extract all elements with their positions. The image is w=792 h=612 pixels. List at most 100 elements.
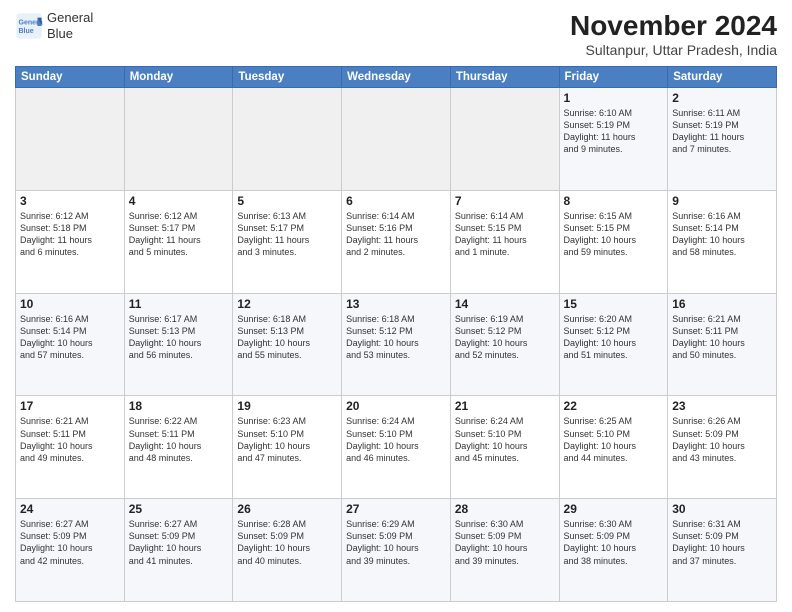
day-info: Sunrise: 6:12 AM Sunset: 5:18 PM Dayligh…	[20, 210, 120, 259]
general-blue-icon: General Blue	[15, 12, 43, 40]
day-number: 5	[237, 194, 337, 208]
day-number: 27	[346, 502, 446, 516]
day-cell: 30 Sunrise: 6:31 AM Sunset: 5:09 PM Dayli…	[668, 499, 777, 602]
day-cell: 13Sunrise: 6:18 AM Sunset: 5:12 PM Dayli…	[342, 293, 451, 396]
week-row-1: 1 Sunrise: 6:10 AM Sunset: 5:19 PM Daylig…	[16, 88, 777, 191]
day-number: 19	[237, 399, 337, 413]
day-cell: 20 Sunrise: 6:24 AM Sunset: 5:10 PM Dayli…	[342, 396, 451, 499]
day-cell: 28 Sunrise: 6:30 AM Sunset: 5:09 PM Dayli…	[450, 499, 559, 602]
day-cell: 15 Sunrise: 6:20 AM Sunset: 5:12 PM Dayli…	[559, 293, 668, 396]
day-cell: 24 Sunrise: 6:27 AM Sunset: 5:09 PM Dayli…	[16, 499, 125, 602]
logo: General Blue General Blue	[15, 10, 93, 41]
day-number: 10	[20, 297, 120, 311]
day-cell: 3Sunrise: 6:12 AM Sunset: 5:18 PM Daylig…	[16, 190, 125, 293]
weekday-header-friday: Friday	[559, 67, 668, 88]
day-cell: 25 Sunrise: 6:27 AM Sunset: 5:09 PM Dayli…	[124, 499, 233, 602]
logo-line1: General	[47, 10, 93, 26]
day-info: Sunrise: 6:19 AM Sunset: 5:12 PM Dayligh…	[455, 313, 555, 362]
calendar-body: 1 Sunrise: 6:10 AM Sunset: 5:19 PM Daylig…	[16, 88, 777, 602]
day-number: 9	[672, 194, 772, 208]
day-info: Sunrise: 6:24 AM Sunset: 5:10 PM Dayligh…	[455, 415, 555, 464]
day-info: Sunrise: 6:21 AM Sunset: 5:11 PM Dayligh…	[20, 415, 120, 464]
weekday-header-wednesday: Wednesday	[342, 67, 451, 88]
day-number: 24	[20, 502, 120, 516]
day-info: Sunrise: 6:14 AM Sunset: 5:16 PM Dayligh…	[346, 210, 446, 259]
week-row-2: 3Sunrise: 6:12 AM Sunset: 5:18 PM Daylig…	[16, 190, 777, 293]
weekday-header-monday: Monday	[124, 67, 233, 88]
day-cell	[16, 88, 125, 191]
day-number: 23	[672, 399, 772, 413]
day-cell	[342, 88, 451, 191]
day-info: Sunrise: 6:21 AM Sunset: 5:11 PM Dayligh…	[672, 313, 772, 362]
day-cell: 12Sunrise: 6:18 AM Sunset: 5:13 PM Dayli…	[233, 293, 342, 396]
day-number: 2	[672, 91, 772, 105]
day-info: Sunrise: 6:12 AM Sunset: 5:17 PM Dayligh…	[129, 210, 229, 259]
weekday-row: SundayMondayTuesdayWednesdayThursdayFrid…	[16, 67, 777, 88]
day-cell: 1 Sunrise: 6:10 AM Sunset: 5:19 PM Daylig…	[559, 88, 668, 191]
day-number: 29	[564, 502, 664, 516]
day-info: Sunrise: 6:13 AM Sunset: 5:17 PM Dayligh…	[237, 210, 337, 259]
day-cell: 21 Sunrise: 6:24 AM Sunset: 5:10 PM Dayli…	[450, 396, 559, 499]
calendar-table: SundayMondayTuesdayWednesdayThursdayFrid…	[15, 66, 777, 602]
month-title: November 2024	[570, 10, 777, 42]
day-cell: 26Sunrise: 6:28 AM Sunset: 5:09 PM Dayli…	[233, 499, 342, 602]
day-cell: 16Sunrise: 6:21 AM Sunset: 5:11 PM Dayli…	[668, 293, 777, 396]
day-cell: 10Sunrise: 6:16 AM Sunset: 5:14 PM Dayli…	[16, 293, 125, 396]
day-info: Sunrise: 6:24 AM Sunset: 5:10 PM Dayligh…	[346, 415, 446, 464]
weekday-header-tuesday: Tuesday	[233, 67, 342, 88]
day-number: 26	[237, 502, 337, 516]
day-cell	[124, 88, 233, 191]
day-info: Sunrise: 6:30 AM Sunset: 5:09 PM Dayligh…	[455, 518, 555, 567]
day-info: Sunrise: 6:29 AM Sunset: 5:09 PM Dayligh…	[346, 518, 446, 567]
day-number: 15	[564, 297, 664, 311]
day-info: Sunrise: 6:27 AM Sunset: 5:09 PM Dayligh…	[129, 518, 229, 567]
day-number: 18	[129, 399, 229, 413]
day-number: 28	[455, 502, 555, 516]
week-row-4: 17Sunrise: 6:21 AM Sunset: 5:11 PM Dayli…	[16, 396, 777, 499]
day-cell: 14Sunrise: 6:19 AM Sunset: 5:12 PM Dayli…	[450, 293, 559, 396]
svg-text:Blue: Blue	[19, 28, 34, 35]
day-number: 30	[672, 502, 772, 516]
day-cell: 18 Sunrise: 6:22 AM Sunset: 5:11 PM Dayli…	[124, 396, 233, 499]
day-number: 22	[564, 399, 664, 413]
day-info: Sunrise: 6:22 AM Sunset: 5:11 PM Dayligh…	[129, 415, 229, 464]
day-cell	[233, 88, 342, 191]
logo-text: General Blue	[47, 10, 93, 41]
day-cell	[450, 88, 559, 191]
day-cell: 27 Sunrise: 6:29 AM Sunset: 5:09 PM Dayli…	[342, 499, 451, 602]
day-number: 21	[455, 399, 555, 413]
day-cell: 2 Sunrise: 6:11 AM Sunset: 5:19 PM Daylig…	[668, 88, 777, 191]
day-number: 13	[346, 297, 446, 311]
week-row-5: 24 Sunrise: 6:27 AM Sunset: 5:09 PM Dayli…	[16, 499, 777, 602]
day-cell: 11Sunrise: 6:17 AM Sunset: 5:13 PM Dayli…	[124, 293, 233, 396]
day-cell: 4 Sunrise: 6:12 AM Sunset: 5:17 PM Daylig…	[124, 190, 233, 293]
day-info: Sunrise: 6:25 AM Sunset: 5:10 PM Dayligh…	[564, 415, 664, 464]
day-cell: 19 Sunrise: 6:23 AM Sunset: 5:10 PM Dayli…	[233, 396, 342, 499]
day-info: Sunrise: 6:31 AM Sunset: 5:09 PM Dayligh…	[672, 518, 772, 567]
day-number: 4	[129, 194, 229, 208]
logo-line2: Blue	[47, 26, 93, 42]
day-number: 12	[237, 297, 337, 311]
day-cell: 23Sunrise: 6:26 AM Sunset: 5:09 PM Dayli…	[668, 396, 777, 499]
day-info: Sunrise: 6:20 AM Sunset: 5:12 PM Dayligh…	[564, 313, 664, 362]
weekday-header-sunday: Sunday	[16, 67, 125, 88]
day-number: 7	[455, 194, 555, 208]
title-block: November 2024 Sultanpur, Uttar Pradesh, …	[570, 10, 777, 58]
day-cell: 17Sunrise: 6:21 AM Sunset: 5:11 PM Dayli…	[16, 396, 125, 499]
day-cell: 29 Sunrise: 6:30 AM Sunset: 5:09 PM Dayli…	[559, 499, 668, 602]
header: General Blue General Blue November 2024 …	[15, 10, 777, 58]
day-number: 20	[346, 399, 446, 413]
day-info: Sunrise: 6:30 AM Sunset: 5:09 PM Dayligh…	[564, 518, 664, 567]
day-number: 8	[564, 194, 664, 208]
day-info: Sunrise: 6:15 AM Sunset: 5:15 PM Dayligh…	[564, 210, 664, 259]
day-info: Sunrise: 6:23 AM Sunset: 5:10 PM Dayligh…	[237, 415, 337, 464]
day-number: 1	[564, 91, 664, 105]
location: Sultanpur, Uttar Pradesh, India	[570, 42, 777, 58]
day-info: Sunrise: 6:14 AM Sunset: 5:15 PM Dayligh…	[455, 210, 555, 259]
day-info: Sunrise: 6:27 AM Sunset: 5:09 PM Dayligh…	[20, 518, 120, 567]
day-info: Sunrise: 6:10 AM Sunset: 5:19 PM Dayligh…	[564, 107, 664, 156]
calendar-header: SundayMondayTuesdayWednesdayThursdayFrid…	[16, 67, 777, 88]
day-number: 25	[129, 502, 229, 516]
day-info: Sunrise: 6:11 AM Sunset: 5:19 PM Dayligh…	[672, 107, 772, 156]
day-cell: 7 Sunrise: 6:14 AM Sunset: 5:15 PM Daylig…	[450, 190, 559, 293]
